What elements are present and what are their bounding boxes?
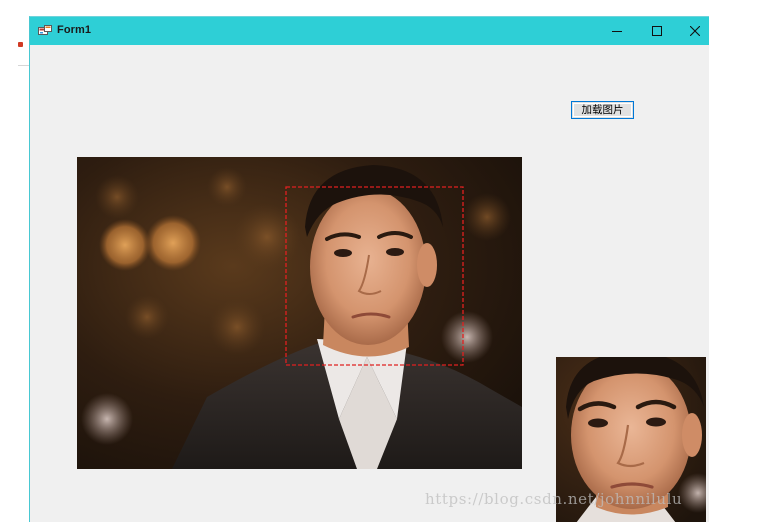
load-image-button[interactable]: 加载图片 (571, 101, 634, 119)
window-title: Form1 (57, 24, 92, 36)
close-icon (690, 26, 700, 36)
maximize-icon (652, 26, 662, 36)
minimize-icon (612, 31, 622, 32)
portrait-photo (77, 157, 522, 469)
maximize-button[interactable] (638, 17, 676, 45)
title-bar[interactable]: Form1 (30, 17, 709, 45)
background-window-edge (0, 0, 29, 522)
main-picture-box (77, 157, 522, 469)
watermark-text: https://blog.csdn.net/johnnilulu (425, 490, 683, 508)
background-marker (18, 42, 23, 47)
close-button[interactable] (676, 17, 709, 45)
screenshot: Form1 加载图片 https://blog.csdn.net/johnnil… (0, 0, 757, 522)
form-client-area: 加载图片 (30, 45, 709, 522)
app-icon (38, 25, 52, 35)
minimize-button[interactable] (598, 17, 636, 45)
form1-window: Form1 加载图片 (29, 16, 709, 522)
background-divider (18, 65, 29, 66)
